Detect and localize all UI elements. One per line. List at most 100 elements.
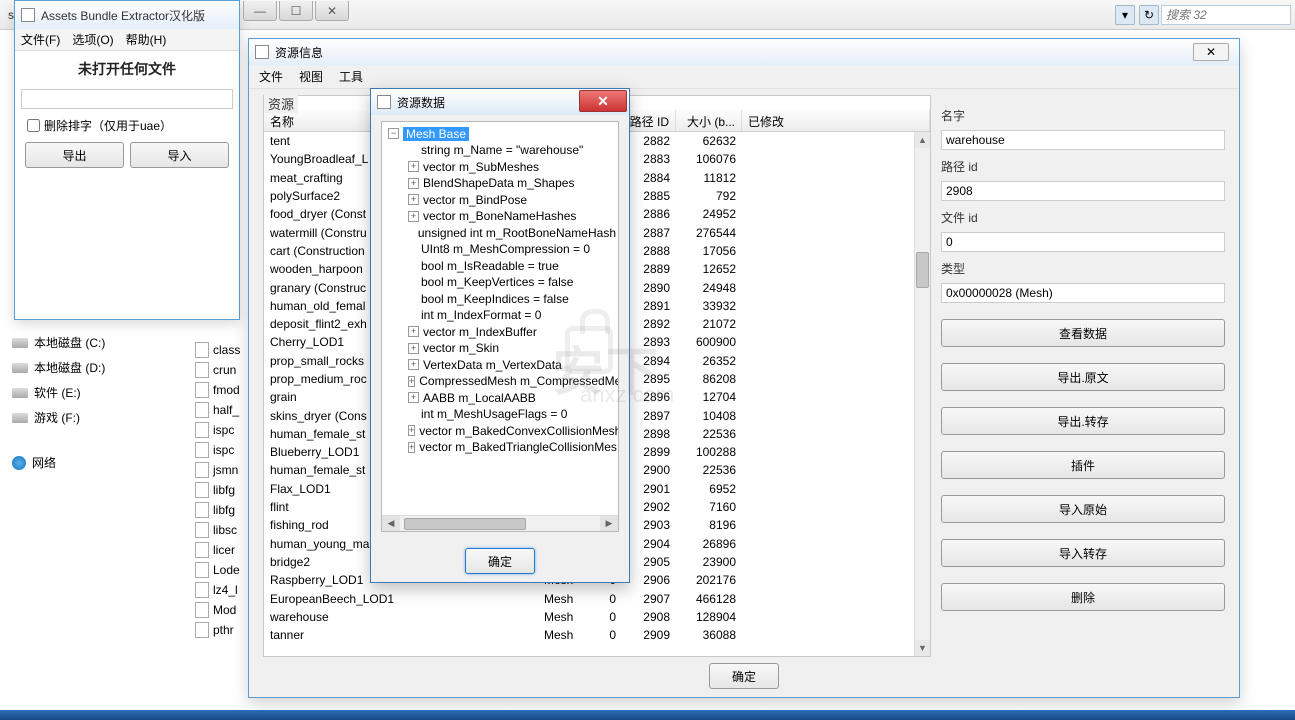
- vertical-scrollbar[interactable]: ▲ ▼: [914, 132, 930, 656]
- data-tree[interactable]: − Mesh Base string m_Name = "warehouse"+…: [381, 121, 619, 532]
- scroll-up-icon[interactable]: ▲: [915, 132, 930, 148]
- file-item[interactable]: libfg: [195, 500, 255, 520]
- file-item[interactable]: libsc: [195, 520, 255, 540]
- expand-icon[interactable]: +: [408, 343, 419, 354]
- tree-node[interactable]: +vector m_BindPose: [384, 192, 616, 209]
- refresh-icon[interactable]: ↻: [1139, 5, 1159, 25]
- menu-view[interactable]: 视图: [299, 68, 323, 85]
- file-item[interactable]: Mod: [195, 600, 255, 620]
- menu-tools[interactable]: 工具: [339, 68, 363, 85]
- tree-node[interactable]: +vector m_IndexBuffer: [384, 324, 616, 341]
- tree-node[interactable]: +vector m_Skin: [384, 341, 616, 358]
- drive-item[interactable]: 软件 (E:): [0, 380, 180, 405]
- file-item[interactable]: crun: [195, 360, 255, 380]
- ok-button[interactable]: 确定: [465, 548, 535, 574]
- import-raw-button[interactable]: 导入原始: [941, 495, 1225, 523]
- file-item[interactable]: Lode: [195, 560, 255, 580]
- titlebar[interactable]: Assets Bundle Extractor汉化版: [15, 1, 239, 29]
- drive-item[interactable]: 本地磁盘 (D:): [0, 355, 180, 380]
- scroll-down-icon[interactable]: ▼: [915, 640, 930, 656]
- scroll-thumb[interactable]: [916, 252, 929, 288]
- titlebar[interactable]: 资源信息 ✕: [249, 39, 1239, 65]
- scroll-right-icon[interactable]: ▶: [600, 516, 618, 531]
- horizontal-scrollbar[interactable]: ◀ ▶: [382, 515, 618, 531]
- scroll-left-icon[interactable]: ◀: [382, 516, 400, 531]
- expand-icon[interactable]: +: [408, 194, 419, 205]
- collapse-icon[interactable]: −: [388, 128, 399, 139]
- tree-node[interactable]: int m_IndexFormat = 0: [384, 308, 616, 325]
- col-pathid[interactable]: 路径 ID: [622, 110, 676, 131]
- expand-icon[interactable]: +: [408, 178, 419, 189]
- fileid-value[interactable]: 0: [941, 232, 1225, 252]
- table-row[interactable]: EuropeanBeech_LOD1Mesh02907466128: [264, 589, 930, 607]
- titlebar[interactable]: 资源数据 ✕: [371, 89, 629, 115]
- tree-node[interactable]: UInt8 m_MeshCompression = 0: [384, 242, 616, 259]
- type-value[interactable]: 0x00000028 (Mesh): [941, 283, 1225, 303]
- name-value[interactable]: warehouse: [941, 130, 1225, 150]
- menu-file[interactable]: 文件: [259, 68, 283, 85]
- pathid-value[interactable]: 2908: [941, 181, 1225, 201]
- expand-icon[interactable]: +: [408, 442, 415, 453]
- scroll-thumb[interactable]: [400, 516, 600, 531]
- file-item[interactable]: jsmn: [195, 460, 255, 480]
- network-item[interactable]: 网络: [0, 450, 180, 475]
- tree-node[interactable]: +vector m_SubMeshes: [384, 159, 616, 176]
- expand-icon[interactable]: +: [408, 425, 415, 436]
- tree-node[interactable]: +vector m_BakedConvexCollisionMesh: [384, 423, 616, 440]
- expand-icon[interactable]: +: [408, 211, 419, 222]
- view-data-button[interactable]: 查看数据: [941, 319, 1225, 347]
- expand-icon[interactable]: +: [408, 326, 419, 337]
- tree-node[interactable]: +CompressedMesh m_CompressedMe: [384, 374, 616, 391]
- file-item[interactable]: licer: [195, 540, 255, 560]
- menu-options[interactable]: 选项(O): [72, 31, 113, 48]
- minimize-button[interactable]: —: [243, 1, 277, 21]
- menu-help[interactable]: 帮助(H): [126, 31, 167, 48]
- maximize-button[interactable]: ☐: [279, 1, 313, 21]
- file-item[interactable]: lz4_l: [195, 580, 255, 600]
- search-input[interactable]: [1161, 5, 1291, 25]
- expand-icon[interactable]: +: [408, 161, 419, 172]
- export-raw-button[interactable]: 导出.原文: [941, 363, 1225, 391]
- file-item[interactable]: class: [195, 340, 255, 360]
- tree-node[interactable]: +AABB m_LocalAABB: [384, 390, 616, 407]
- export-button[interactable]: 导出: [25, 142, 124, 168]
- tree-node[interactable]: bool m_KeepIndices = false: [384, 291, 616, 308]
- file-item[interactable]: fmod: [195, 380, 255, 400]
- tree-node[interactable]: +VertexData m_VertexData: [384, 357, 616, 374]
- tree-node[interactable]: +vector m_BoneNameHashes: [384, 209, 616, 226]
- tree-root[interactable]: − Mesh Base: [384, 126, 616, 143]
- close-button[interactable]: ✕: [1193, 43, 1229, 61]
- file-item[interactable]: half_: [195, 400, 255, 420]
- taskbar[interactable]: [0, 710, 1295, 720]
- plugins-button[interactable]: 插件: [941, 451, 1225, 479]
- table-row[interactable]: tannerMesh0290936088: [264, 626, 930, 644]
- dropdown-icon[interactable]: ▾: [1115, 5, 1135, 25]
- col-size[interactable]: 大小 (b...: [676, 110, 742, 131]
- tree-node[interactable]: bool m_KeepVertices = false: [384, 275, 616, 292]
- ok-button[interactable]: 确定: [709, 663, 779, 689]
- close-button[interactable]: ✕: [579, 90, 627, 112]
- close-button[interactable]: ✕: [315, 1, 349, 21]
- file-item[interactable]: ispc: [195, 420, 255, 440]
- expand-icon[interactable]: +: [408, 376, 415, 387]
- expand-icon[interactable]: +: [408, 359, 419, 370]
- tree-node[interactable]: string m_Name = "warehouse": [384, 143, 616, 160]
- file-item[interactable]: ispc: [195, 440, 255, 460]
- menu-file[interactable]: 文件(F): [21, 31, 60, 48]
- delete-button[interactable]: 删除: [941, 583, 1225, 611]
- delete-sort-checkbox[interactable]: [27, 119, 40, 132]
- drive-item[interactable]: 本地磁盘 (C:): [0, 330, 180, 355]
- tree-node[interactable]: unsigned int m_RootBoneNameHash: [384, 225, 616, 242]
- expand-icon[interactable]: +: [408, 392, 419, 403]
- table-row[interactable]: warehouseMesh02908128904: [264, 608, 930, 626]
- tree-node[interactable]: +BlendShapeData m_Shapes: [384, 176, 616, 193]
- tree-node[interactable]: int m_MeshUsageFlags = 0: [384, 407, 616, 424]
- file-item[interactable]: libfg: [195, 480, 255, 500]
- drive-item[interactable]: 游戏 (F:): [0, 405, 180, 430]
- col-modified[interactable]: 已修改: [742, 110, 930, 131]
- filter-input[interactable]: [21, 89, 233, 109]
- file-item[interactable]: pthr: [195, 620, 255, 640]
- import-button[interactable]: 导入: [130, 142, 229, 168]
- tree-node[interactable]: bool m_IsReadable = true: [384, 258, 616, 275]
- export-dump-button[interactable]: 导出.转存: [941, 407, 1225, 435]
